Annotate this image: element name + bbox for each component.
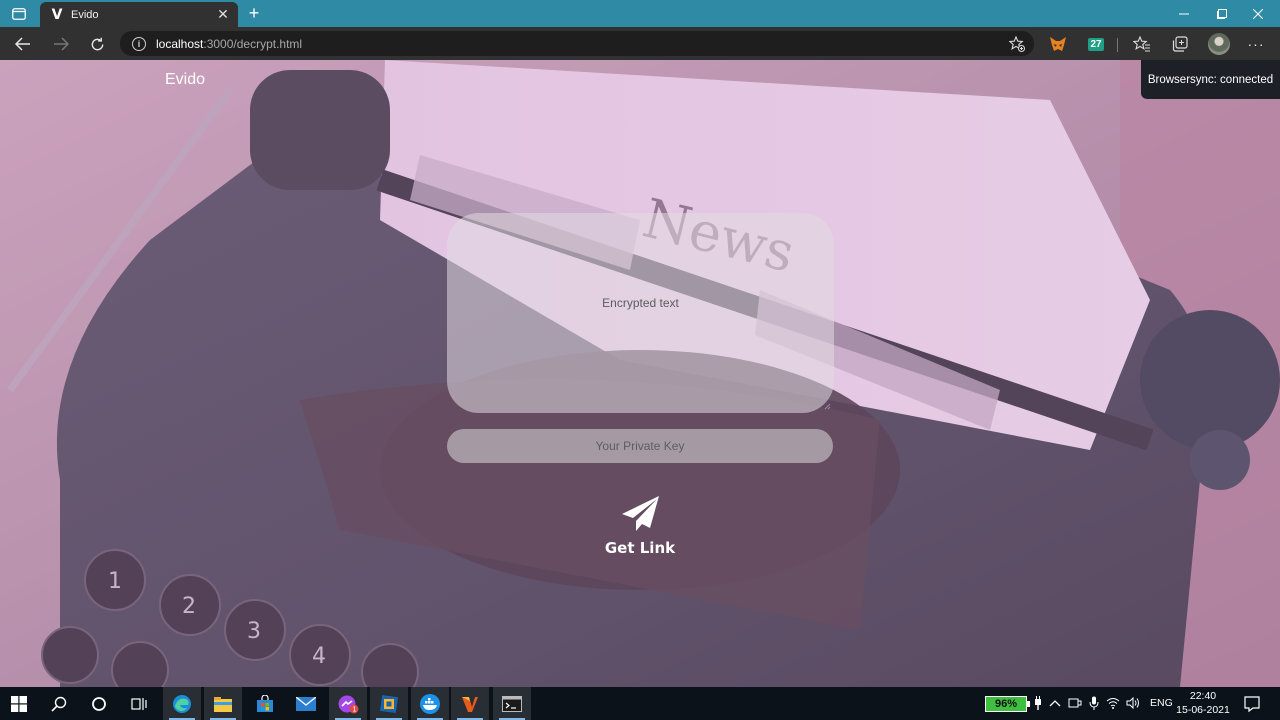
toolbar-divider	[1117, 38, 1118, 52]
page-content: News 1234 Evido Brow	[0, 60, 1280, 687]
terminal-icon[interactable]	[493, 687, 531, 720]
tab-actions-icon[interactable]	[6, 4, 32, 24]
forward-arrow-icon[interactable]	[48, 32, 74, 56]
device-icon[interactable]	[1067, 695, 1083, 711]
show-hidden-icons-chevron-up-icon[interactable]	[1047, 695, 1063, 711]
minimize-icon[interactable]	[1166, 0, 1202, 27]
private-key-input[interactable]	[447, 429, 833, 463]
wifi-icon[interactable]	[1105, 695, 1121, 711]
microsoft-store-icon[interactable]	[246, 687, 284, 720]
windows-taskbar: 1 96% ENG 22:40 15-06-2021	[0, 687, 1280, 720]
search-icon[interactable]	[40, 687, 78, 720]
task-view-icon[interactable]	[120, 687, 158, 720]
battery-indicator[interactable]: 96%	[985, 696, 1030, 712]
messenger-icon[interactable]: 1	[329, 687, 367, 720]
brand-logo-text[interactable]: Evido	[165, 71, 205, 89]
get-link-button[interactable]: Get Link	[600, 495, 680, 561]
windows-start-icon[interactable]	[0, 687, 38, 720]
more-options-icon[interactable]: ···	[1246, 34, 1266, 54]
browser-toolbar: i localhost:3000/decrypt.html 27 ···	[0, 27, 1280, 60]
browsersync-notification: Browsersync: connected	[1141, 60, 1280, 99]
get-link-label: Get Link	[604, 539, 676, 557]
clock[interactable]: 22:40 15-06-2021	[1176, 689, 1230, 717]
tab-title: Evido	[71, 8, 99, 21]
url-path: :3000/decrypt.html	[203, 36, 303, 51]
calendar-extension-label: 27	[1088, 37, 1104, 51]
metamask-fox-icon[interactable]	[1048, 34, 1068, 54]
clock-time: 22:40	[1189, 690, 1217, 702]
virtualbox-icon[interactable]	[370, 687, 408, 720]
tab-evido[interactable]: V Evido ✕	[40, 2, 238, 27]
file-explorer-icon[interactable]	[204, 687, 242, 720]
resize-grip-icon[interactable]	[824, 403, 831, 410]
vlang-app-icon[interactable]	[451, 687, 489, 720]
volume-icon[interactable]	[1125, 695, 1141, 711]
maximize-icon[interactable]	[1204, 0, 1240, 27]
site-info-icon[interactable]: i	[132, 36, 146, 51]
cortana-icon[interactable]	[80, 687, 118, 720]
add-favorite-icon[interactable]	[1008, 35, 1026, 53]
paper-plane-icon	[622, 496, 659, 531]
mail-icon[interactable]	[287, 687, 325, 720]
clock-date: 15-06-2021	[1176, 704, 1230, 716]
screen: V Evido ✕ + i localhost:3000/decrypt.htm…	[0, 0, 1280, 720]
notification-center-icon[interactable]	[1243, 695, 1261, 713]
back-arrow-icon[interactable]	[10, 32, 36, 56]
url-text[interactable]: localhost:3000/decrypt.html	[156, 37, 1008, 51]
new-tab-icon[interactable]: +	[244, 3, 264, 23]
profile-avatar[interactable]	[1208, 33, 1230, 55]
close-window-icon[interactable]	[1240, 0, 1276, 27]
address-bar[interactable]: i localhost:3000/decrypt.html	[120, 31, 1034, 56]
encrypted-text-area[interactable]	[447, 213, 834, 413]
docker-icon[interactable]	[411, 687, 449, 720]
collections-icon[interactable]	[1170, 34, 1190, 54]
messenger-badge: 1	[352, 705, 356, 713]
microphone-icon[interactable]	[1086, 695, 1102, 711]
evido-favicon-icon: V	[51, 6, 63, 23]
power-plug-icon[interactable]	[1030, 695, 1046, 711]
edge-browser-icon[interactable]	[163, 687, 201, 720]
close-tab-icon[interactable]: ✕	[214, 6, 232, 24]
favorites-icon[interactable]	[1132, 34, 1152, 54]
calendar-extension-icon[interactable]: 27	[1086, 34, 1106, 54]
browser-tab-bar: V Evido ✕ +	[0, 0, 1280, 27]
url-host: localhost	[156, 36, 204, 51]
input-language[interactable]: ENG	[1150, 697, 1173, 709]
reload-icon[interactable]	[84, 32, 110, 56]
